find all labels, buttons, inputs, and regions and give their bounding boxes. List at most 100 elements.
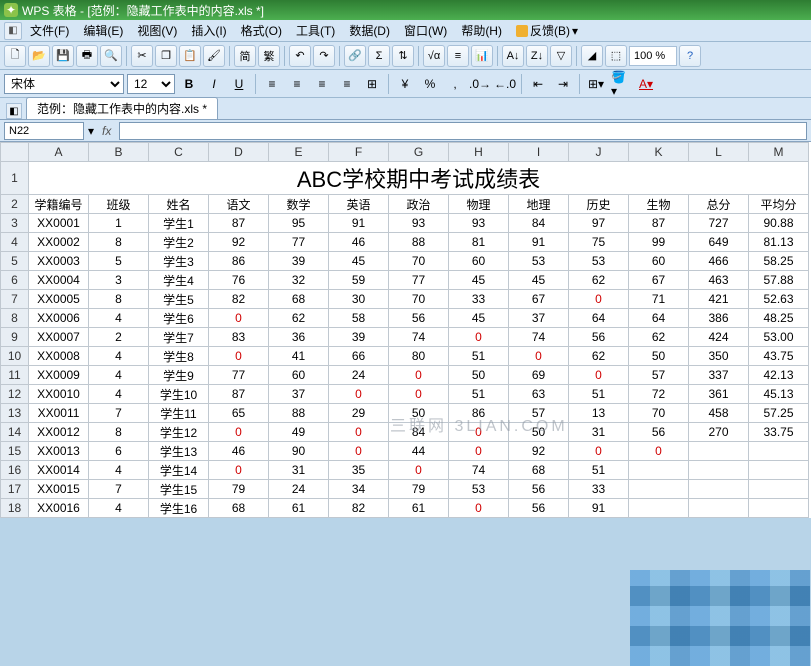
- row-header[interactable]: 2: [1, 195, 29, 214]
- cell[interactable]: 83: [209, 328, 269, 347]
- decrease-decimal-button[interactable]: ←.0: [494, 73, 516, 95]
- cell[interactable]: 61: [269, 499, 329, 518]
- cell[interactable]: 43.75: [749, 347, 809, 366]
- cell[interactable]: 337: [689, 366, 749, 385]
- cell[interactable]: 0: [629, 442, 689, 461]
- cell[interactable]: 350: [689, 347, 749, 366]
- col-header[interactable]: B: [89, 143, 149, 162]
- chart-button[interactable]: 📊: [471, 45, 493, 67]
- fill-color-button[interactable]: 🪣▾: [610, 73, 632, 95]
- cell[interactable]: 270: [689, 423, 749, 442]
- cell[interactable]: 39: [329, 328, 389, 347]
- cell[interactable]: XX0015: [29, 480, 89, 499]
- cell[interactable]: [689, 499, 749, 518]
- cell[interactable]: 41: [269, 347, 329, 366]
- app-menu-icon[interactable]: ◧: [4, 22, 22, 40]
- bold-button[interactable]: B: [178, 73, 200, 95]
- fx-icon[interactable]: fx: [98, 124, 115, 138]
- cell[interactable]: 77: [389, 271, 449, 290]
- cell[interactable]: 93: [389, 214, 449, 233]
- cell[interactable]: 91: [509, 233, 569, 252]
- cell[interactable]: XX0011: [29, 404, 89, 423]
- cell[interactable]: 58: [329, 309, 389, 328]
- cell[interactable]: 4: [89, 366, 149, 385]
- menu-help[interactable]: 帮助(H): [455, 20, 508, 41]
- cell[interactable]: 2: [89, 328, 149, 347]
- align-left-button[interactable]: ≡: [261, 73, 283, 95]
- cell[interactable]: 95: [269, 214, 329, 233]
- cell[interactable]: 63: [509, 385, 569, 404]
- cell[interactable]: 学生15: [149, 480, 209, 499]
- row-header[interactable]: 17: [1, 480, 29, 499]
- cell[interactable]: 4: [89, 385, 149, 404]
- name-dropdown-icon[interactable]: ▾: [88, 124, 94, 138]
- cell[interactable]: 4: [89, 309, 149, 328]
- align-justify-button[interactable]: ≡: [336, 73, 358, 95]
- row-header[interactable]: 8: [1, 309, 29, 328]
- col-header[interactable]: K: [629, 143, 689, 162]
- save-button[interactable]: 💾: [52, 45, 74, 67]
- cell[interactable]: 79: [209, 480, 269, 499]
- cell[interactable]: 88: [269, 404, 329, 423]
- cell[interactable]: 0: [509, 347, 569, 366]
- cell[interactable]: 8: [89, 423, 149, 442]
- col-header[interactable]: D: [209, 143, 269, 162]
- cell[interactable]: 64: [629, 309, 689, 328]
- size-combo[interactable]: 12: [127, 74, 175, 94]
- traditional-button[interactable]: 繁: [258, 45, 280, 67]
- row-header[interactable]: 7: [1, 290, 29, 309]
- cell[interactable]: XX0001: [29, 214, 89, 233]
- cell[interactable]: 84: [389, 423, 449, 442]
- col-header[interactable]: A: [29, 143, 89, 162]
- cell[interactable]: 0: [449, 499, 509, 518]
- cell[interactable]: 99: [629, 233, 689, 252]
- cell[interactable]: 56: [629, 423, 689, 442]
- cell[interactable]: 57: [629, 366, 689, 385]
- col-header[interactable]: F: [329, 143, 389, 162]
- cell[interactable]: 34: [329, 480, 389, 499]
- cell[interactable]: XX0002: [29, 233, 89, 252]
- cell[interactable]: [629, 480, 689, 499]
- cell[interactable]: 56: [509, 499, 569, 518]
- percent-button[interactable]: %: [419, 73, 441, 95]
- cell[interactable]: 0: [389, 461, 449, 480]
- cell[interactable]: 424: [689, 328, 749, 347]
- col-header[interactable]: C: [149, 143, 209, 162]
- equation-button[interactable]: ≡: [447, 45, 469, 67]
- font-color-button[interactable]: A▾: [635, 73, 657, 95]
- cell[interactable]: 0: [449, 442, 509, 461]
- row-header[interactable]: 18: [1, 499, 29, 518]
- cell[interactable]: 50: [389, 404, 449, 423]
- cell[interactable]: XX0016: [29, 499, 89, 518]
- cell[interactable]: 386: [689, 309, 749, 328]
- cell[interactable]: 45: [329, 252, 389, 271]
- cell[interactable]: 74: [509, 328, 569, 347]
- cell[interactable]: 53: [509, 252, 569, 271]
- cell[interactable]: 62: [569, 271, 629, 290]
- cell[interactable]: 93: [449, 214, 509, 233]
- cell[interactable]: 3: [89, 271, 149, 290]
- cell[interactable]: 81.13: [749, 233, 809, 252]
- cell[interactable]: 60: [449, 252, 509, 271]
- cell[interactable]: 76: [209, 271, 269, 290]
- zoom-combo[interactable]: 100 %: [629, 46, 677, 66]
- cell[interactable]: XX0012: [29, 423, 89, 442]
- cell[interactable]: XX0007: [29, 328, 89, 347]
- row-header[interactable]: 5: [1, 252, 29, 271]
- row-header[interactable]: 3: [1, 214, 29, 233]
- cell[interactable]: 5: [89, 252, 149, 271]
- sum-button[interactable]: Σ: [368, 45, 390, 67]
- cell[interactable]: 69: [509, 366, 569, 385]
- cell[interactable]: 37: [269, 385, 329, 404]
- select-all-corner[interactable]: [1, 143, 29, 162]
- cell[interactable]: XX0014: [29, 461, 89, 480]
- row-header[interactable]: 9: [1, 328, 29, 347]
- menu-tools[interactable]: 工具(T): [290, 20, 341, 41]
- cell[interactable]: 学生1: [149, 214, 209, 233]
- col-header[interactable]: H: [449, 143, 509, 162]
- cell[interactable]: XX0005: [29, 290, 89, 309]
- cell[interactable]: 33.75: [749, 423, 809, 442]
- cell[interactable]: 0: [569, 366, 629, 385]
- cell[interactable]: 44: [389, 442, 449, 461]
- cell[interactable]: 87: [209, 385, 269, 404]
